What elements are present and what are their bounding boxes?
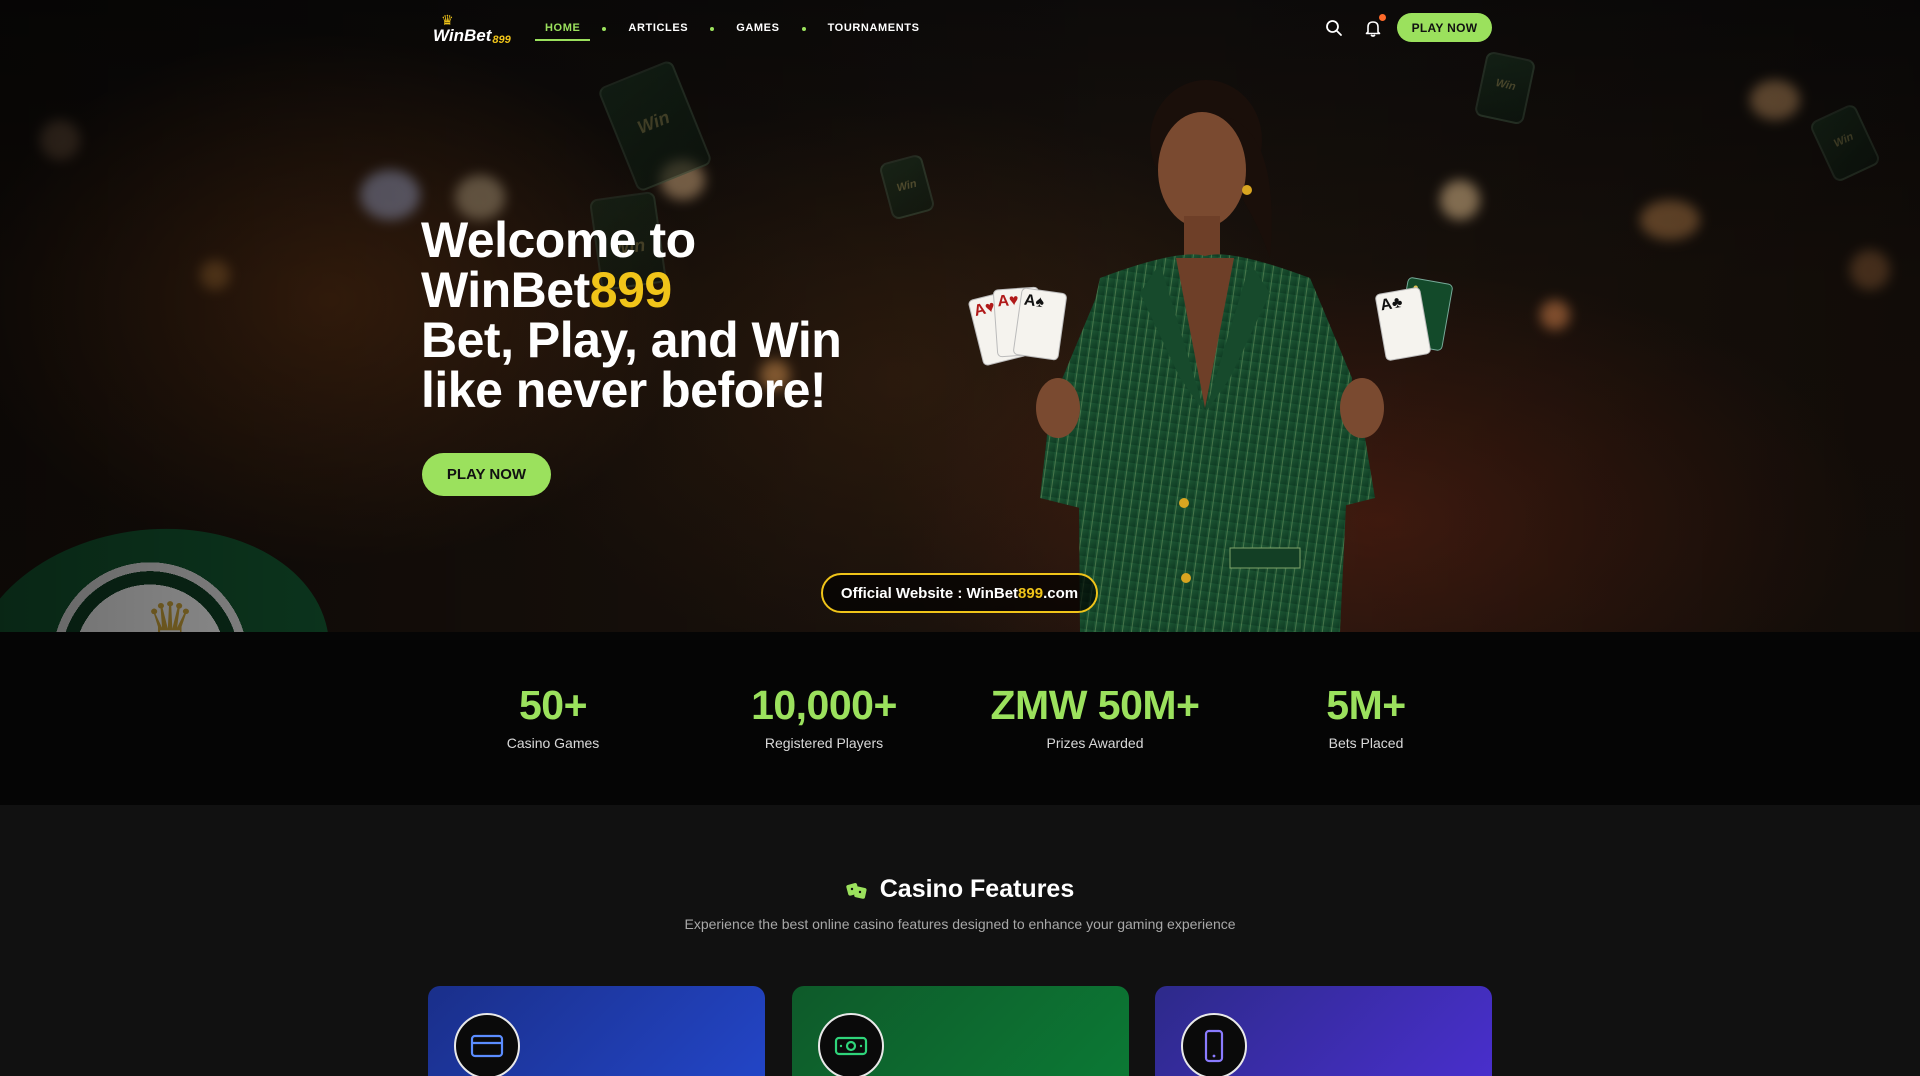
hero-play-now-button[interactable]: PLAY NOW bbox=[422, 453, 551, 496]
official-suffix: .com bbox=[1043, 584, 1079, 602]
nav-play-now-button[interactable]: PLAY NOW bbox=[1397, 13, 1492, 42]
stat-label: Casino Games bbox=[506, 735, 600, 751]
brand-name: WinBet bbox=[421, 262, 590, 318]
bell-icon[interactable] bbox=[1363, 18, 1383, 38]
hero-headline: Welcome to WinBet899 Bet, Play, and Win … bbox=[421, 212, 842, 418]
logo-number: 899 bbox=[492, 34, 511, 46]
stat-item: ZMW 50M+ Prizes Awarded bbox=[965, 682, 1225, 751]
headline-line-4: like never before! bbox=[421, 362, 827, 418]
stat-label: Registered Players bbox=[764, 735, 884, 751]
stat-value: 50+ bbox=[518, 682, 588, 728]
stat-value: 10,000+ bbox=[751, 682, 897, 728]
stat-item: 10,000+ Registered Players bbox=[694, 682, 954, 751]
stat-item: 5M+ Bets Placed bbox=[1236, 682, 1496, 751]
nav-separator bbox=[801, 26, 806, 31]
headline-line-1: Welcome to bbox=[421, 212, 696, 268]
stat-item: 50+ Casino Games bbox=[423, 682, 683, 751]
credit-card-icon bbox=[470, 1034, 504, 1058]
logo[interactable]: ♛ WinBet 899 bbox=[433, 12, 511, 46]
section-title: Casino Features bbox=[0, 875, 1920, 904]
stat-label: Prizes Awarded bbox=[1046, 735, 1144, 751]
features-title-text: Casino Features bbox=[879, 875, 1075, 903]
feature-card-mobile[interactable] bbox=[1155, 986, 1492, 1076]
feature-icon-circle bbox=[1181, 1013, 1247, 1076]
nav-item-articles[interactable]: ARTICLES bbox=[618, 22, 698, 39]
feature-card-cash[interactable] bbox=[792, 986, 1129, 1076]
top-navbar: ♛ WinBet 899 HOME ARTICLES GAMES TOURNAM… bbox=[0, 0, 1920, 60]
official-website-badge[interactable]: Official Website : WinBet 899 .com bbox=[821, 573, 1098, 613]
section-subtitle: Experience the best online casino featur… bbox=[684, 916, 1236, 932]
notification-badge bbox=[1379, 14, 1386, 21]
official-prefix: Official Website : WinBet bbox=[840, 584, 1019, 602]
brand-number: 899 bbox=[589, 262, 672, 318]
feature-card-payments[interactable] bbox=[428, 986, 765, 1076]
hero-overlay bbox=[0, 0, 1920, 632]
nav-item-tournaments[interactable]: TOURNAMENTS bbox=[818, 22, 930, 39]
feature-icon-circle bbox=[454, 1013, 520, 1076]
stat-label: Bets Placed bbox=[1328, 735, 1404, 751]
cash-icon bbox=[834, 1036, 868, 1056]
nav-separator bbox=[602, 26, 607, 31]
dice-icon bbox=[846, 883, 867, 900]
mobile-phone-icon bbox=[1204, 1029, 1224, 1063]
headline-line-2: WinBet899 bbox=[421, 265, 841, 315]
stats-section: 50+ Casino Games 10,000+ Registered Play… bbox=[0, 632, 1920, 805]
crown-icon: ♛ bbox=[441, 12, 454, 28]
stat-value: 5M+ bbox=[1326, 682, 1406, 728]
nav-separator bbox=[710, 26, 715, 31]
hero-section: Win Win Win Win Win ♛ bbox=[0, 0, 1920, 632]
ace-spade-card: A♠ bbox=[1012, 287, 1068, 361]
logo-text: WinBet bbox=[433, 26, 492, 45]
stat-value: ZMW 50M+ bbox=[990, 682, 1201, 728]
search-icon[interactable] bbox=[1324, 18, 1344, 38]
nav-item-home[interactable]: HOME bbox=[535, 22, 591, 41]
main-menu: HOME ARTICLES GAMES TOURNAMENTS bbox=[535, 22, 930, 41]
casino-features-section: Casino Features Experience the best onli… bbox=[0, 805, 1920, 1076]
feature-icon-circle bbox=[818, 1013, 884, 1076]
headline-line-3: Bet, Play, and Win bbox=[421, 312, 842, 368]
nav-item-games[interactable]: GAMES bbox=[726, 22, 789, 39]
official-accent: 899 bbox=[1018, 584, 1044, 602]
